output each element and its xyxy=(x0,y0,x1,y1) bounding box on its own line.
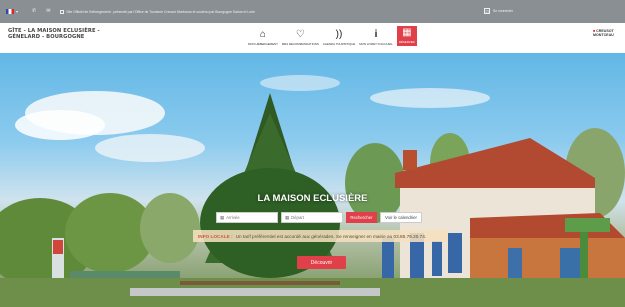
nav-reserver[interactable]: ▦ RÉSERVER xyxy=(396,26,417,46)
language-selector[interactable]: ▾ xyxy=(6,9,22,15)
nav-livret-accueil[interactable]: i MON LIVRET D'ACCUEIL xyxy=(359,29,393,46)
nav-label: MON HÉBERGEMENT xyxy=(248,42,278,46)
nav-label: RÉSERVER xyxy=(398,40,415,44)
booking-search-form: ▦ Arrivée ▦ Départ Rechercher Voir le ca… xyxy=(216,212,422,223)
discover-button[interactable]: Découvrir xyxy=(297,256,346,269)
promo-text: Site Officiel de l'hébergement - présent… xyxy=(66,9,255,14)
site-title[interactable]: GÎTE - LA MAISON ECLUSIÈRE - GÉNELARD - … xyxy=(8,28,128,41)
site-header: GÎTE - LA MAISON ECLUSIÈRE - GÉNELARD - … xyxy=(0,23,625,53)
nav-label: MES RECOMMANDATIONS xyxy=(281,42,319,46)
mail-icon[interactable]: ✉ xyxy=(46,9,50,14)
phone-icon[interactable]: ✆ xyxy=(32,9,36,14)
departure-placeholder: Départ xyxy=(291,215,304,220)
calendar-icon: ▦ xyxy=(402,27,412,38)
info-label: INFO LOCALE : xyxy=(198,233,233,239)
user-icon: ⊡ xyxy=(484,8,490,14)
calendar-icon: ▦ xyxy=(220,214,225,220)
checkbox-icon xyxy=(60,9,65,14)
home-icon: ⌂ xyxy=(259,29,266,40)
arrival-date-input[interactable]: ▦ Arrivée xyxy=(216,212,278,223)
nav-label: MON LIVRET D'ACCUEIL xyxy=(359,42,393,46)
local-info-banner: INFO LOCALE : Un tarif préférentiel est … xyxy=(193,230,448,242)
logo-mark-icon: ■ xyxy=(593,29,596,33)
nav-mon-hebergement[interactable]: ⌂ MON HÉBERGEMENT xyxy=(248,29,278,46)
view-calendar-button[interactable]: Voir le calendrier xyxy=(380,212,422,223)
nav-label: AGENDA TOURISTIQUE xyxy=(322,42,356,46)
official-site-notice: Site Officiel de l'hébergement - présent… xyxy=(60,9,255,14)
info-text: Un tarif préférentiel est accordé aux gé… xyxy=(235,233,427,239)
nav-agenda-touristique[interactable]: )) AGENDA TOURISTIQUE xyxy=(323,29,356,46)
logo-text-1: CREUSOT xyxy=(596,29,614,33)
heart-icon: ♡ xyxy=(295,29,305,40)
creusot-montceau-logo[interactable]: ■ CREUSOT MONTCEAU xyxy=(593,29,614,38)
search-button[interactable]: Rechercher xyxy=(346,212,377,223)
chevron-down-icon: ▾ xyxy=(16,9,19,14)
calendar-icon: ▦ xyxy=(285,214,290,220)
hero-banner: LA MAISON ECLUSIÈRE ▦ Arrivée ▦ Départ R… xyxy=(0,53,625,307)
info-icon: i xyxy=(374,29,378,40)
nav-mes-recommandations[interactable]: ♡ MES RECOMMANDATIONS xyxy=(282,29,319,46)
hero-title: LA MAISON ECLUSIÈRE xyxy=(257,193,368,204)
login-label: Se connecter xyxy=(493,9,513,13)
france-flag-icon xyxy=(6,9,14,14)
arrival-placeholder: Arrivée xyxy=(226,215,240,220)
rss-icon: )) xyxy=(335,29,343,40)
logo-text-2: MONTCEAU xyxy=(593,33,614,38)
departure-date-input[interactable]: ▦ Départ xyxy=(281,212,343,223)
top-bar: ▾ ✆ ✉ Site Officiel de l'hébergement - p… xyxy=(0,0,625,23)
main-nav: ⌂ MON HÉBERGEMENT ♡ MES RECOMMANDATIONS … xyxy=(248,26,417,46)
login-link[interactable]: ⊡ Se connecter xyxy=(484,8,513,14)
